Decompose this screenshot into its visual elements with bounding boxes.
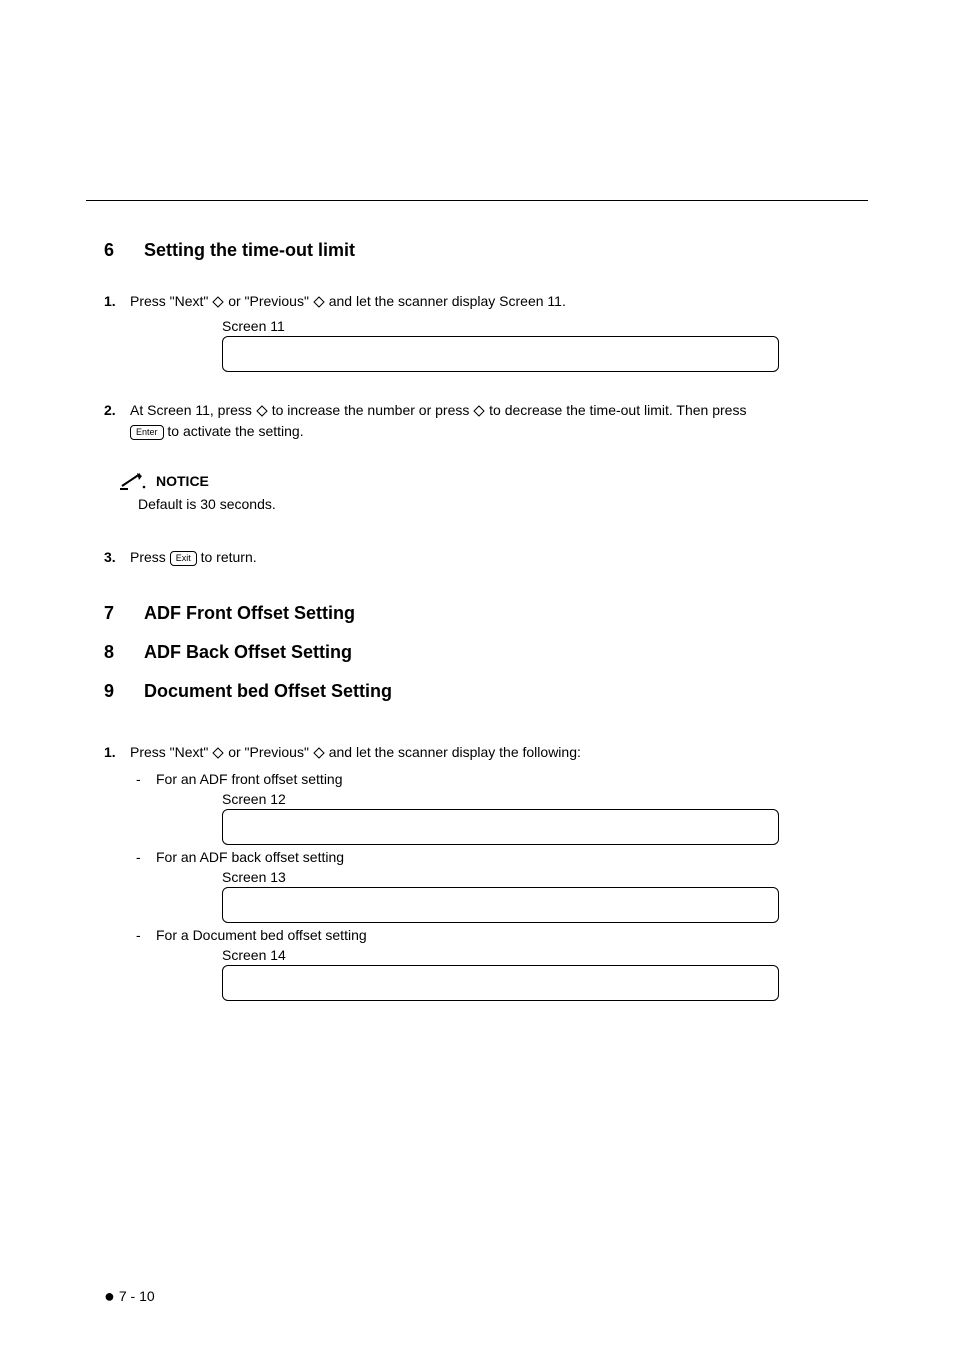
diamond-icon	[212, 747, 224, 759]
heading-title: ADF Back Offset Setting	[144, 642, 352, 663]
dash: -	[136, 927, 144, 943]
step-body: Press "Next" or "Previous" and let the s…	[130, 291, 868, 312]
heading-number: 7	[104, 603, 126, 624]
step-text-pre: Press "Next"	[130, 293, 212, 309]
step-number: 1.	[104, 291, 122, 312]
page-number: 7 - 10	[119, 1288, 155, 1304]
sub-item-text: For an ADF front offset setting	[156, 771, 343, 787]
page-footer: ● 7 - 10	[104, 1287, 155, 1305]
dash: -	[136, 771, 144, 787]
notice-body: Default is 30 seconds.	[138, 496, 868, 512]
heading-9: 9 Document bed Offset Setting	[104, 681, 868, 702]
step-text-pre: Press "Next"	[130, 744, 212, 760]
diamond-icon	[212, 296, 224, 308]
step-text-post: and let the scanner display Screen 11.	[329, 293, 566, 309]
step-text-post: to decrease the time-out limit. Then pre…	[489, 402, 746, 418]
bullet-icon: ●	[104, 1287, 115, 1305]
step-text-mid: or "Previous"	[228, 744, 313, 760]
step-text-pre: At Screen 11, press	[130, 402, 256, 418]
section6-step3: 3. Press Exit to return.	[104, 547, 868, 568]
heading-number: 8	[104, 642, 126, 663]
heading-8: 8 ADF Back Offset Setting	[104, 642, 868, 663]
heading-title: Setting the time-out limit	[144, 240, 355, 261]
dash: -	[136, 849, 144, 865]
step-text-mid: to increase the number or press	[272, 402, 474, 418]
screen-box-13	[222, 887, 779, 923]
step-text-mid: or "Previous"	[228, 293, 313, 309]
step-body: Press Exit to return.	[130, 547, 868, 568]
horizontal-rule	[86, 200, 868, 201]
notice-icon	[120, 472, 146, 490]
diamond-icon	[313, 747, 325, 759]
step-number: 3.	[104, 547, 122, 568]
heading-6: 6 Setting the time-out limit	[104, 240, 868, 261]
screen-label-14: Screen 14	[222, 947, 868, 963]
screen-label-11: Screen 11	[222, 318, 868, 334]
diamond-icon	[473, 405, 485, 417]
exit-key: Exit	[170, 551, 197, 566]
heading-title: ADF Front Offset Setting	[144, 603, 355, 624]
diamond-icon	[313, 296, 325, 308]
heading-7: 7 ADF Front Offset Setting	[104, 603, 868, 624]
sub-item-1: - For an ADF front offset setting	[136, 771, 868, 787]
sub-item-text: For an ADF back offset setting	[156, 849, 344, 865]
screen-label-12: Screen 12	[222, 791, 868, 807]
section6-step2: 2. At Screen 11, press to increase the n…	[104, 400, 868, 442]
enter-key: Enter	[130, 425, 164, 440]
notice-label: NOTICE	[156, 473, 209, 489]
screen-box-12	[222, 809, 779, 845]
heading-number: 6	[104, 240, 126, 261]
step-text-post: to return.	[201, 549, 257, 565]
step-text-post: and let the scanner display the followin…	[329, 744, 581, 760]
screen-label-13: Screen 13	[222, 869, 868, 885]
sub-item-2: - For an ADF back offset setting	[136, 849, 868, 865]
step-body: Press "Next" or "Previous" and let the s…	[130, 742, 868, 763]
screen-box-14	[222, 965, 779, 1001]
screen-box-11	[222, 336, 779, 372]
step-text-tail: to activate the setting.	[167, 423, 303, 439]
heading-number: 9	[104, 681, 126, 702]
notice-heading: NOTICE	[120, 472, 868, 490]
section9-step1: 1. Press "Next" or "Previous" and let th…	[104, 742, 868, 763]
step-number: 1.	[104, 742, 122, 763]
step-text-pre: Press	[130, 549, 170, 565]
diamond-icon	[256, 405, 268, 417]
heading-title: Document bed Offset Setting	[144, 681, 392, 702]
sub-item-text: For a Document bed offset setting	[156, 927, 367, 943]
step-number: 2.	[104, 400, 122, 442]
step-body: At Screen 11, press to increase the numb…	[130, 400, 868, 442]
sub-item-3: - For a Document bed offset setting	[136, 927, 868, 943]
section6-step1: 1. Press "Next" or "Previous" and let th…	[104, 291, 868, 312]
